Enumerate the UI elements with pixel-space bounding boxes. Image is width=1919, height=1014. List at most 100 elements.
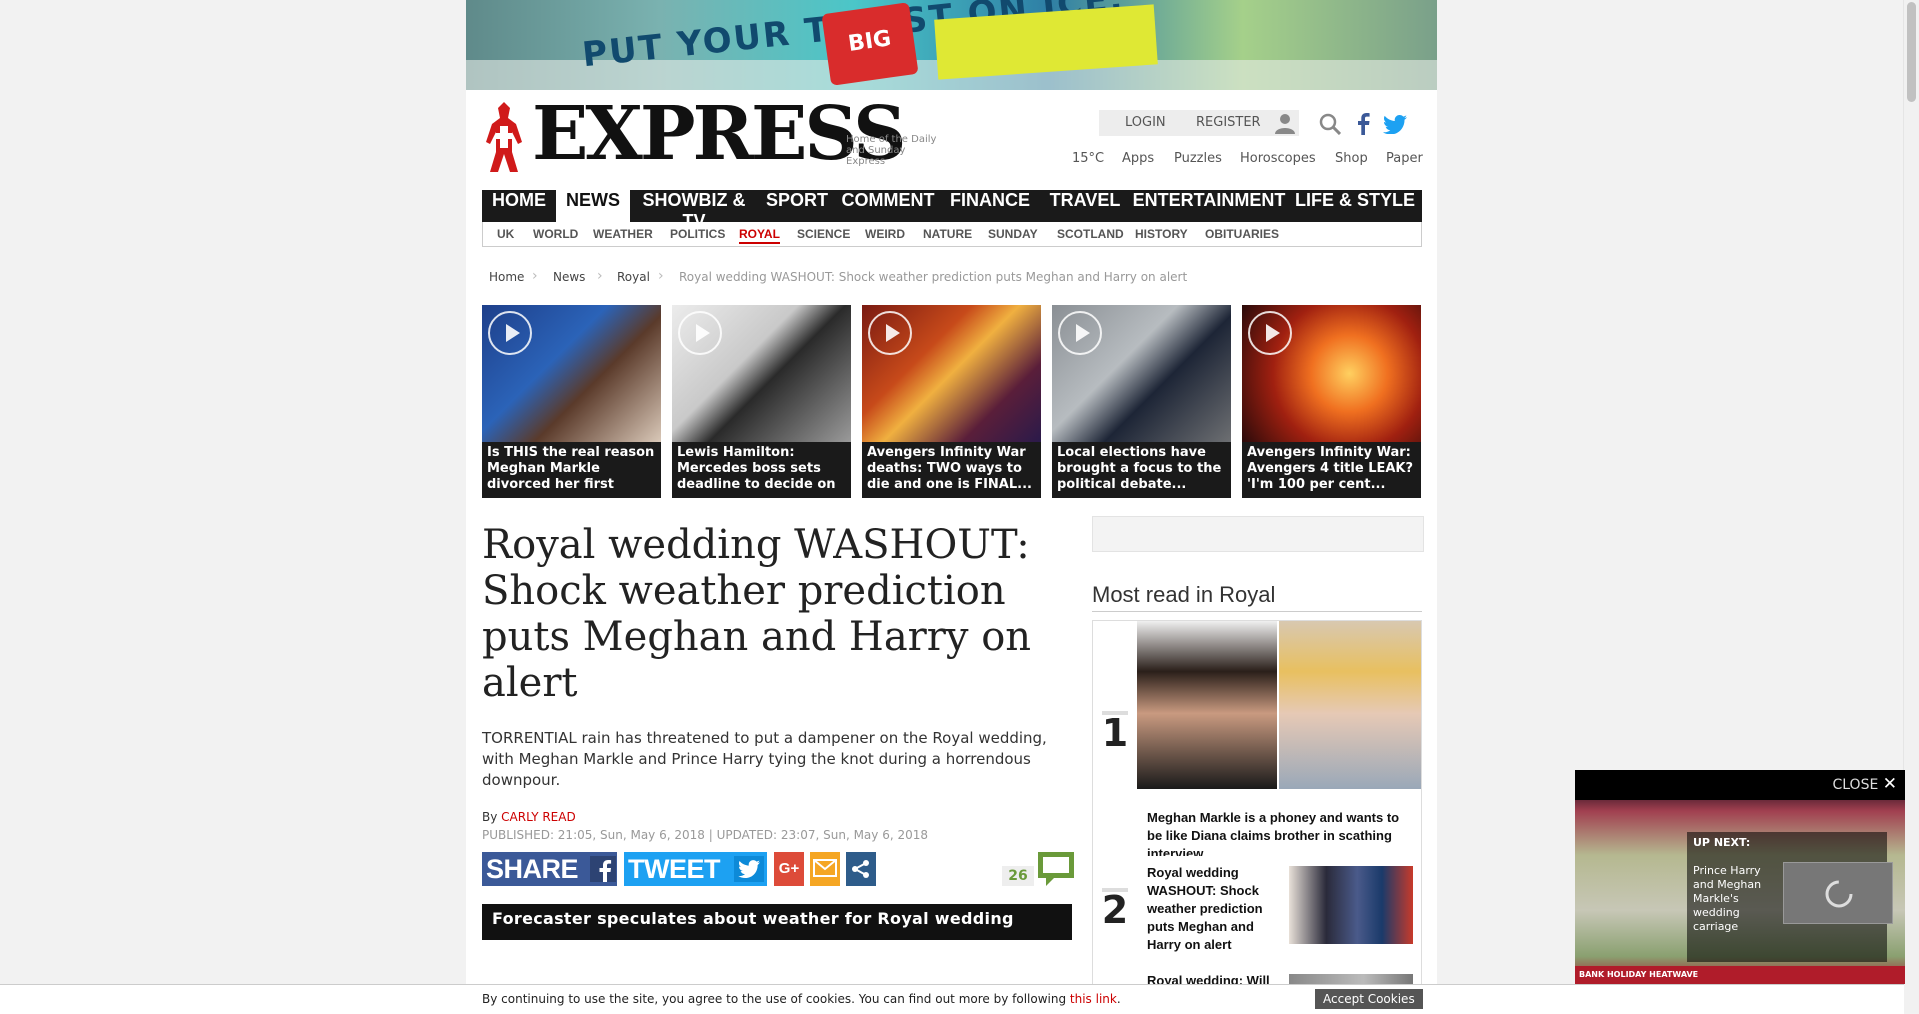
tweet-label: TWEET	[628, 854, 721, 884]
puzzles-link[interactable]: Puzzles	[1174, 151, 1222, 166]
page-scrollbar[interactable]	[1903, 0, 1919, 1013]
most-read-rank: 1	[1093, 711, 1137, 755]
byline: By CARLY READ	[482, 810, 576, 824]
up-next-label: UP NEXT:	[1693, 836, 1751, 849]
play-icon[interactable]	[488, 311, 532, 355]
most-read-title[interactable]: Royal wedding WASHOUT: Shock weather pre…	[1147, 864, 1287, 954]
article-standfirst: TORRENTIAL rain has threatened to put a …	[482, 729, 1047, 789]
accept-cookies-button[interactable]: Accept Cookies	[1315, 989, 1423, 1009]
nav-comment[interactable]: COMMENT	[836, 190, 940, 222]
shop-link[interactable]: Shop	[1335, 151, 1368, 166]
apps-link[interactable]: Apps	[1122, 151, 1154, 166]
cookie-text: By continuing to use the site, you agree…	[482, 992, 1067, 1006]
nav-life-style[interactable]: LIFE & STYLE	[1288, 190, 1422, 222]
more-share-button[interactable]	[846, 852, 876, 886]
nav-travel[interactable]: TRAVEL	[1040, 190, 1130, 222]
up-next-title[interactable]: Prince Harry and Meghan Markle's wedding…	[1693, 864, 1773, 934]
user-bar: LOGIN REGISTER	[1099, 110, 1299, 136]
video-tile[interactable]: Local elections have brought a focus to …	[1052, 305, 1231, 498]
twitter-share-button[interactable]: TWEET	[624, 852, 767, 886]
most-read-image-diana	[1279, 621, 1421, 789]
sidebar-advert-slot	[1092, 516, 1424, 552]
facebook-icon[interactable]	[1356, 113, 1370, 135]
horoscopes-link[interactable]: Horoscopes	[1240, 151, 1316, 166]
email-share-button[interactable]	[810, 852, 840, 886]
video-tile[interactable]: Is THIS the real reason Meghan Markle di…	[482, 305, 661, 498]
video-tile[interactable]: Avengers Infinity War deaths: TWO ways t…	[862, 305, 1041, 498]
author-link[interactable]: CARLY READ	[501, 810, 576, 824]
cookie-message: By continuing to use the site, you agree…	[482, 992, 1121, 1006]
facebook-share-button[interactable]: SHARE	[482, 852, 617, 886]
nav-sport[interactable]: SPORT	[758, 190, 836, 222]
cookie-end: .	[1116, 992, 1121, 1006]
nav-news[interactable]: NEWS	[556, 190, 630, 222]
play-icon[interactable]	[1058, 311, 1102, 355]
subnav-royal[interactable]: ROYAL	[739, 227, 780, 244]
most-read-rank: 2	[1093, 888, 1137, 932]
breadcrumb-royal[interactable]: Royal	[617, 270, 650, 284]
play-icon[interactable]	[678, 311, 722, 355]
nav-showbiz-tv[interactable]: SHOWBIZ & TV	[630, 190, 758, 231]
nav-finance[interactable]: FINANCE	[940, 190, 1040, 222]
loading-spinner-icon	[1825, 880, 1853, 908]
nav-home[interactable]: HOME	[482, 190, 556, 222]
subnav-weird[interactable]: WEIRD	[865, 227, 905, 241]
subnav-weather[interactable]: WEATHER	[593, 227, 653, 241]
breadcrumb-news[interactable]: News	[553, 270, 585, 284]
weather-temperature[interactable]: 15°C	[1072, 151, 1104, 166]
news-ticker: BANK HOLIDAY HEATWAVE	[1575, 966, 1905, 984]
scrollbar-thumb[interactable]	[1907, 2, 1916, 102]
share-label: SHARE	[486, 854, 579, 884]
byline-prefix: By	[482, 810, 498, 824]
subnav-world[interactable]: WORLD	[533, 227, 578, 241]
cookie-banner: By continuing to use the site, you agree…	[0, 984, 1904, 1014]
main-nav: HOME NEWS SHOWBIZ & TV SPORT COMMENT FIN…	[482, 190, 1422, 231]
most-read-item[interactable]: 2 Royal wedding WASHOUT: Shock weather p…	[1092, 856, 1422, 969]
close-player-button[interactable]: CLOSE ✕	[1832, 774, 1897, 794]
up-next-thumbnail[interactable]	[1783, 862, 1893, 924]
register-link[interactable]: REGISTER	[1196, 115, 1261, 130]
google-plus-icon: G+	[778, 860, 800, 877]
subnav-uk[interactable]: UK	[497, 227, 514, 241]
most-read-item[interactable]: 1 Meghan Markle is a phoney and wants to…	[1092, 620, 1422, 861]
advert-banner[interactable]: PUT YOUR THIRST ON ICE. BIG CUP	[466, 0, 1437, 90]
email-icon	[813, 859, 837, 877]
subnav-scotland[interactable]: SCOTLAND	[1057, 227, 1124, 241]
search-icon[interactable]	[1319, 113, 1341, 135]
crusader-icon	[486, 102, 522, 172]
video-caption: Avengers Infinity War deaths: TWO ways t…	[862, 442, 1041, 498]
video-screen[interactable]: UP NEXT: Prince Harry and Meghan Markle'…	[1575, 800, 1905, 984]
video-caption: Avengers Infinity War: Avengers 4 title …	[1242, 442, 1421, 498]
video-tile[interactable]: Avengers Infinity War: Avengers 4 title …	[1242, 305, 1421, 498]
chevron-right-icon: ›	[597, 268, 603, 284]
twitter-icon[interactable]	[1383, 115, 1407, 134]
video-tile[interactable]: Lewis Hamilton: Mercedes boss sets deadl…	[672, 305, 851, 498]
video-title-bar: Forecaster speculates about weather for …	[482, 904, 1072, 940]
user-icon[interactable]	[1274, 112, 1296, 134]
publish-dates: PUBLISHED: 21:05, Sun, May 6, 2018 | UPD…	[482, 828, 928, 842]
most-read-title[interactable]: Meghan Markle is a phoney and wants to b…	[1147, 809, 1415, 863]
play-icon[interactable]	[868, 311, 912, 355]
subnav-sunday[interactable]: SUNDAY	[988, 227, 1038, 241]
tagline: Home of the Daily and Sunday Express	[846, 134, 937, 167]
play-icon[interactable]	[1248, 311, 1292, 355]
cookie-policy-link[interactable]: this link	[1070, 992, 1117, 1006]
close-icon: ✕	[1882, 774, 1897, 794]
floating-video-player: CLOSE ✕ UP NEXT: Prince Harry and Meghan…	[1575, 770, 1905, 984]
share-icon	[852, 860, 869, 878]
google-plus-share-button[interactable]: G+	[774, 852, 804, 886]
most-read-thumbnail	[1289, 866, 1413, 944]
nav-entertainment[interactable]: ENTERTAINMENT	[1130, 190, 1288, 222]
subnav-history[interactable]: HISTORY	[1135, 227, 1188, 241]
subnav-nature[interactable]: NATURE	[923, 227, 972, 241]
paper-link[interactable]: Paper	[1386, 151, 1423, 166]
comment-count[interactable]: 26	[1002, 866, 1034, 886]
subnav-science[interactable]: SCIENCE	[797, 227, 850, 241]
article-headline: Royal wedding WASHOUT: Shock weather pre…	[482, 522, 1032, 706]
subnav-politics[interactable]: POLITICS	[670, 227, 725, 241]
subnav-obituaries[interactable]: OBITUARIES	[1205, 227, 1279, 241]
comment-icon[interactable]	[1038, 852, 1074, 886]
breadcrumb-home[interactable]: Home	[489, 270, 524, 284]
login-link[interactable]: LOGIN	[1125, 115, 1166, 130]
twitter-icon	[734, 856, 764, 882]
